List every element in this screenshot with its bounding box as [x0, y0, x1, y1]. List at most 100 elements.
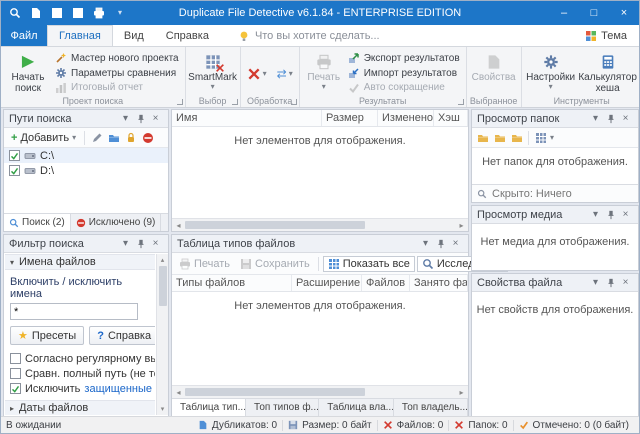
add-path-button[interactable]: + Добавить ▾	[7, 131, 80, 145]
column-header[interactable]: Файлов	[362, 275, 410, 291]
section-file-dates[interactable]: ▸ Даты файлов	[5, 400, 155, 415]
compare-options-button[interactable]: Параметры сравнения	[52, 66, 182, 81]
save-button[interactable]: Сохранить	[236, 257, 314, 271]
vertical-scrollbar[interactable]: ▴ ▾	[156, 254, 168, 415]
column-header[interactable]: Типы файлов	[172, 275, 292, 291]
close-icon[interactable]: ×	[148, 112, 163, 126]
tab-help[interactable]: Справка	[155, 25, 220, 46]
scroll-up-icon[interactable]: ▴	[161, 254, 165, 266]
panel-menu-icon[interactable]: ▾	[588, 112, 603, 126]
checkbox-checked[interactable]	[10, 383, 21, 394]
close-icon[interactable]: ×	[618, 208, 633, 222]
import-results-button[interactable]: Импорт результатов	[345, 66, 463, 81]
column-header[interactable]: Занято файла	[410, 275, 468, 291]
tab-owners-table[interactable]: Таблица вла...	[319, 399, 394, 416]
pin-icon[interactable]	[433, 237, 448, 251]
move-duplicates-button[interactable]: ⇄ ▾	[274, 53, 296, 95]
tab-top-owners[interactable]: Топ владель...	[394, 399, 468, 416]
qat-print-icon[interactable]	[90, 5, 108, 21]
close-icon[interactable]: ×	[618, 112, 633, 126]
close-icon[interactable]: ×	[448, 237, 463, 251]
column-header[interactable]: Размер	[322, 110, 378, 126]
dialog-launcher-icon[interactable]	[291, 99, 297, 105]
scroll-down-icon[interactable]: ▾	[161, 403, 165, 415]
qat-new-project-icon[interactable]	[27, 5, 45, 21]
lock-icon[interactable]	[123, 131, 138, 145]
new-project-wizard-button[interactable]: Мастер нового проекта	[52, 51, 182, 66]
horizontal-scrollbar[interactable]: ◂ ▸	[172, 385, 468, 398]
column-header[interactable]: Имя	[172, 110, 322, 126]
name-pattern-input[interactable]	[10, 303, 138, 320]
scroll-right-icon[interactable]: ▸	[455, 221, 468, 230]
exclude-protected-checkbox-row[interactable]: Исключить защищенные типы фа	[5, 381, 155, 396]
dialog-launcher-icon[interactable]	[458, 99, 464, 105]
scrollbar-thumb[interactable]	[159, 266, 167, 306]
panel-menu-icon[interactable]: ▾	[588, 208, 603, 222]
export-results-button[interactable]: Экспорт результатов	[345, 51, 463, 66]
tab-types-table[interactable]: Таблица тип...	[172, 399, 246, 416]
hidden-filter-bar[interactable]: Скрыто: Ничего	[472, 184, 638, 202]
print-button[interactable]: Печать	[175, 257, 234, 271]
view-mode-button[interactable]	[533, 131, 548, 145]
panel-menu-icon[interactable]: ▾	[418, 237, 433, 251]
auto-reduce-button[interactable]: Авто сокращение	[345, 80, 463, 95]
scroll-right-icon[interactable]: ▸	[455, 388, 468, 397]
exclude-icon[interactable]	[140, 131, 155, 145]
print-results-button[interactable]: Печать ▾	[303, 49, 345, 95]
dialog-launcher-icon[interactable]	[177, 99, 183, 105]
checkbox-unchecked[interactable]	[10, 353, 21, 364]
folder-icon[interactable]	[475, 131, 490, 145]
tab-view[interactable]: Вид	[113, 25, 155, 46]
smartmark-button[interactable]: SmartMark ▾	[189, 49, 237, 95]
panel-menu-icon[interactable]: ▾	[118, 237, 133, 251]
pin-icon[interactable]	[603, 276, 618, 290]
qat-report-icon[interactable]	[69, 5, 87, 21]
section-file-names[interactable]: ▾ Имена файлов	[5, 254, 155, 270]
column-header[interactable]: Расширение	[292, 275, 362, 291]
delete-duplicates-button[interactable]: ▾	[244, 53, 270, 95]
close-button[interactable]: ×	[609, 1, 639, 25]
checkbox-unchecked[interactable]	[10, 368, 21, 379]
tab-home[interactable]: Главная	[47, 25, 113, 46]
edit-path-icon[interactable]	[89, 131, 104, 145]
path-row[interactable]: D:\	[4, 163, 168, 178]
pin-icon[interactable]	[133, 112, 148, 126]
tab-top-types[interactable]: Топ типов ф...	[246, 399, 319, 416]
fullpath-checkbox-row[interactable]: Сравн. полный путь (не только и	[5, 366, 155, 381]
scroll-left-icon[interactable]: ◂	[172, 221, 185, 230]
regex-checkbox-row[interactable]: Согласно регулярному выражение	[5, 351, 155, 366]
summary-report-button[interactable]: Итоговый отчет	[52, 80, 182, 95]
path-row[interactable]: C:\	[4, 148, 168, 163]
panel-menu-icon[interactable]: ▾	[588, 276, 603, 290]
maximize-button[interactable]: □	[579, 1, 609, 25]
presets-button[interactable]: ★ Пресеты	[10, 326, 84, 345]
theme-button[interactable]: Тема	[585, 25, 639, 46]
pin-icon[interactable]	[133, 237, 148, 251]
properties-button[interactable]: Свойства	[470, 49, 518, 95]
help-button[interactable]: ? Справка	[89, 326, 155, 345]
tab-excluded-paths[interactable]: Исключено (9)	[71, 214, 162, 231]
scrollbar-thumb[interactable]	[185, 221, 365, 229]
check-folder-icon[interactable]	[106, 131, 121, 145]
tab-file[interactable]: Файл	[1, 25, 47, 46]
close-icon[interactable]: ×	[148, 237, 163, 251]
minimize-button[interactable]: –	[549, 1, 579, 25]
tell-me-box[interactable]: Что вы хотите сделать...	[238, 25, 380, 46]
qat-customize-icon[interactable]: ▾	[111, 5, 129, 21]
horizontal-scrollbar[interactable]: ◂ ▸	[172, 218, 468, 231]
pin-icon[interactable]	[603, 112, 618, 126]
tab-search-paths[interactable]: Поиск (2)	[4, 214, 71, 231]
close-icon[interactable]: ×	[618, 276, 633, 290]
qat-save-icon[interactable]	[48, 5, 66, 21]
start-search-button[interactable]: ▶ Начать поиск	[4, 49, 52, 95]
scrollbar-thumb[interactable]	[185, 388, 365, 396]
pin-icon[interactable]	[603, 208, 618, 222]
column-header[interactable]: Хэш	[434, 110, 468, 126]
show-all-button[interactable]: Показать все	[323, 256, 415, 272]
dialog-launcher-icon[interactable]	[232, 99, 238, 105]
checkbox-checked[interactable]	[9, 150, 20, 161]
checkbox-checked[interactable]	[9, 165, 20, 176]
scroll-left-icon[interactable]: ◂	[172, 388, 185, 397]
folder-open-icon[interactable]	[492, 131, 507, 145]
protected-types-link[interactable]: защищенные типы фа	[84, 383, 155, 395]
